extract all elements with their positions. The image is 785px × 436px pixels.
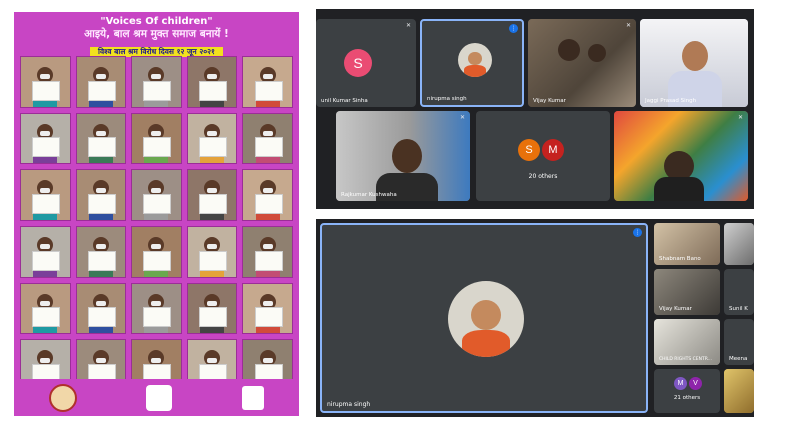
participant-tile-video[interactable]: Shabnam Bano: [654, 223, 720, 265]
child-photo: [75, 56, 127, 108]
participant-tile[interactable]: Sunil K: [724, 269, 754, 315]
participant-avatar: M: [542, 139, 564, 161]
government-seal-logo: [48, 383, 77, 412]
child-photo: [20, 56, 71, 108]
participant-name: unil Kumar Sinha: [321, 98, 368, 104]
child-photo: [186, 112, 238, 165]
participant-tile-video[interactable]: [724, 369, 754, 413]
flower-logo: [146, 384, 173, 411]
participant-avatar: S: [518, 139, 540, 161]
others-tile[interactable]: M V 21 others: [654, 369, 720, 413]
mic-muted-icon: ✕: [459, 114, 466, 121]
participant-avatar: S: [344, 49, 372, 77]
child-photo: [186, 226, 238, 278]
participant-avatar: V: [689, 377, 702, 390]
participant-tile-video[interactable]: ✕ Vijay Kumar: [528, 19, 636, 107]
participant-name: CHILD RIGHTS CENTR...: [659, 357, 712, 362]
meet-call-screenshot-top: S ✕ unil Kumar Sinha ⋮ nirupma singh ✕ V…: [316, 9, 754, 209]
child-photo: [242, 169, 293, 221]
others-count: 20 others: [528, 173, 558, 180]
participant-name: Meena: [729, 356, 748, 362]
child-photo: [75, 226, 127, 278]
child-photo: [131, 112, 182, 165]
participant-tile-video[interactable]: CHILD RIGHTS CENTR...: [654, 319, 720, 365]
child-photo: [242, 282, 293, 335]
video-feed: [528, 19, 636, 107]
child-photo: [186, 282, 238, 335]
child-photo: [131, 56, 182, 108]
child-photo: [75, 112, 127, 165]
participant-tile-video[interactable]: [724, 223, 754, 265]
poster-subtitle: आइये, बाल श्रम मुक्त समाज बनायें !: [84, 27, 229, 40]
child-photo: [75, 282, 127, 335]
participant-name: nirupma singh: [327, 401, 371, 408]
poster-logos: [14, 379, 299, 416]
participant-name: Shabnam Bano: [659, 256, 701, 262]
mic-muted-icon: ✕: [737, 114, 744, 121]
child-photo: [131, 226, 182, 278]
child-photo: [242, 226, 293, 278]
mic-muted-icon: ✕: [405, 22, 412, 29]
child-photo: [75, 169, 127, 221]
participant-tile-video[interactable]: ✕ Rajkumar Kushwaha: [336, 111, 470, 201]
others-tile[interactable]: S M 20 others: [476, 111, 610, 201]
poster-header: "Voices Of children" आइये, बाल श्रम मुक्…: [22, 16, 291, 58]
ribbon-logo: [242, 385, 265, 410]
participant-name: Vijay Kumar: [533, 98, 566, 104]
child-photo: [20, 112, 71, 165]
poster-photo-grid: [20, 56, 293, 391]
child-photo: [131, 282, 182, 335]
child-photo: [186, 56, 238, 108]
video-feed: [724, 369, 754, 413]
participant-tile-video[interactable]: Vijay Kumar: [654, 269, 720, 315]
participant-name: Sunil K: [729, 306, 748, 312]
child-photo: [242, 112, 293, 165]
video-feed: [724, 223, 754, 265]
pin-icon[interactable]: ⋮: [509, 24, 518, 33]
participant-photo-avatar: [458, 43, 492, 77]
child-photo: [186, 169, 238, 221]
participant-photo-avatar: [448, 281, 524, 357]
participant-name: Vijay Kumar: [659, 306, 692, 312]
participant-avatar: M: [674, 377, 687, 390]
child-photo: [20, 226, 71, 278]
participant-tile[interactable]: Meena: [724, 319, 754, 365]
main-participant-tile[interactable]: ⋮ nirupma singh: [320, 223, 648, 413]
participant-name: nirupma singh: [427, 96, 467, 102]
participant-tile[interactable]: S ✕ unil Kumar Sinha: [316, 19, 416, 107]
meet-call-screenshot-bottom: ⋮ nirupma singh Shabnam Bano Vijay Kumar…: [316, 219, 754, 417]
child-photo: [131, 169, 182, 221]
others-count: 21 others: [673, 395, 701, 401]
child-photo: [242, 56, 293, 108]
child-photo: [20, 282, 71, 335]
poster-title: "Voices Of children": [100, 16, 213, 27]
participant-tile-pinned[interactable]: ⋮ nirupma singh: [420, 19, 524, 107]
child-photo: [20, 169, 71, 221]
participant-tile-video[interactable]: ✕: [614, 111, 748, 201]
poster: "Voices Of children" आइये, बाल श्रम मुक्…: [14, 12, 299, 416]
mic-muted-icon: ✕: [625, 22, 632, 29]
pin-icon[interactable]: ⋮: [633, 228, 642, 237]
participant-tile-video[interactable]: Jaggi Prasad Singh: [640, 19, 748, 107]
participant-name: Jaggi Prasad Singh: [645, 98, 697, 104]
participant-name: Rajkumar Kushwaha: [341, 192, 397, 198]
